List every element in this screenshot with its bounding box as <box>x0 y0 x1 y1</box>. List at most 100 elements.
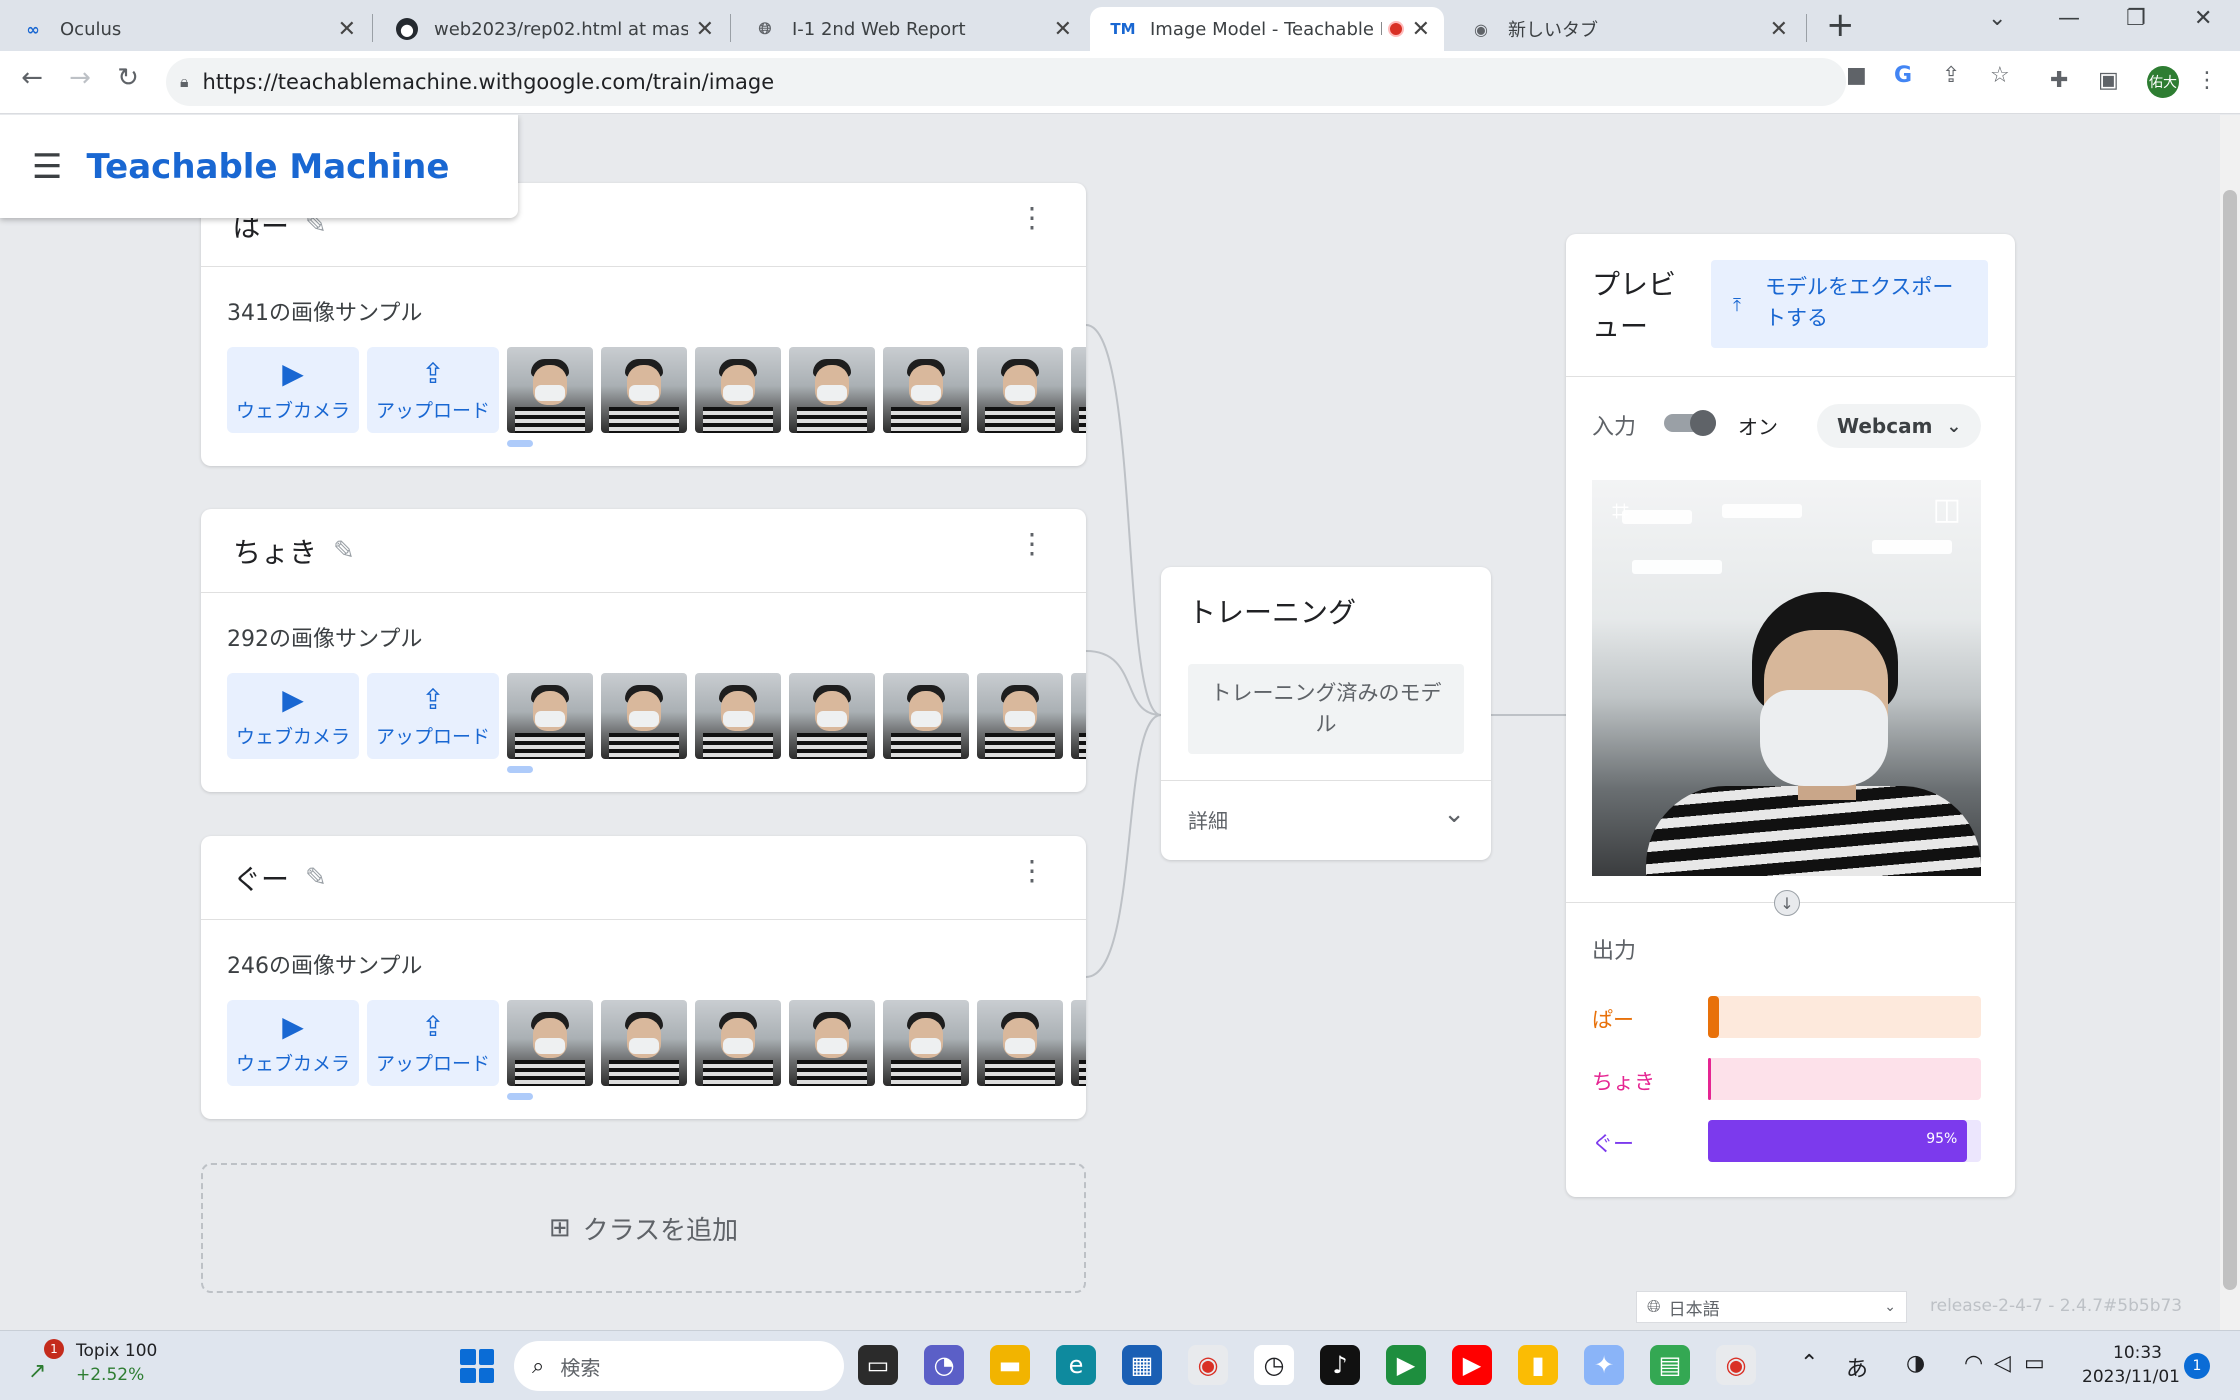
sample-scroll-indicator[interactable] <box>507 440 533 447</box>
tab-oculus[interactable]: ∞ Oculus ✕ <box>0 7 370 51</box>
webcam-button[interactable]: ▶ ウェブカメラ <box>227 347 359 433</box>
close-icon[interactable]: ✕ <box>1770 17 1788 42</box>
sample-scroll-indicator[interactable] <box>507 766 533 773</box>
sample-thumbnail[interactable] <box>789 347 875 433</box>
sample-thumbnail[interactable] <box>883 347 969 433</box>
reload-button[interactable]: ↻ <box>110 63 146 93</box>
share-icon[interactable]: ⇪ <box>1942 63 1960 88</box>
upload-button[interactable]: ⇪ アップロード <box>367 673 499 759</box>
focus-icon[interactable]: ◑ <box>1906 1351 1925 1376</box>
more-options-icon[interactable]: ⋮ <box>1018 530 1046 558</box>
system-clock[interactable]: 10:33 2023/11/01 <box>2082 1341 2180 1389</box>
export-model-button[interactable]: ⤒ モデルをエクスポートする <box>1711 260 1988 348</box>
forward-button[interactable]: → <box>62 63 98 93</box>
task-view-icon[interactable]: ▭ <box>858 1345 898 1385</box>
upload-button[interactable]: ⇪ アップロード <box>367 1000 499 1086</box>
train-model-button[interactable]: トレーニング済みのモデル <box>1188 664 1464 754</box>
profile-avatar[interactable]: 佑大 <box>2147 66 2179 98</box>
clock-app-icon[interactable]: ◷ <box>1254 1345 1294 1385</box>
google-lens-icon[interactable]: G <box>1894 63 1912 88</box>
tab-teachable-machine[interactable]: TM Image Model - Teachable M ✕ <box>1090 7 1444 51</box>
sample-thumbnail[interactable] <box>507 347 593 433</box>
tab-web-report[interactable]: 🌐︎ I-1 2nd Web Report ✕ <box>732 7 1086 51</box>
sample-thumbnail[interactable] <box>883 1000 969 1086</box>
volume-mute-icon[interactable]: ◁ <box>1994 1351 2011 1376</box>
edit-pencil-icon[interactable]: ✎ <box>333 536 355 566</box>
app-title[interactable]: Teachable Machine <box>86 147 449 187</box>
classroom-icon[interactable]: ▤ <box>1650 1345 1690 1385</box>
flip-icon[interactable]: ◫ <box>1933 492 1961 527</box>
sample-thumbnail[interactable] <box>1071 1000 1086 1086</box>
advanced-toggle[interactable]: 詳細 <box>1188 805 1228 834</box>
close-icon[interactable]: ✕ <box>1054 17 1072 42</box>
sample-thumbnail[interactable] <box>789 673 875 759</box>
close-icon[interactable]: ✕ <box>338 17 356 42</box>
hamburger-menu-icon[interactable]: ☰ <box>32 147 62 187</box>
sample-thumbnail[interactable] <box>695 673 781 759</box>
windows-start-icon[interactable] <box>460 1349 494 1383</box>
close-icon[interactable]: ✕ <box>696 17 714 42</box>
sample-thumbnail[interactable] <box>601 673 687 759</box>
play-games-icon[interactable]: ▶ <box>1386 1345 1426 1385</box>
edit-pencil-icon[interactable]: ✎ <box>305 863 327 893</box>
close-window-button[interactable]: ✕ <box>2194 6 2212 31</box>
input-source-select[interactable]: Webcam ⌄ <box>1817 404 1981 448</box>
restore-button[interactable]: ❐ <box>2126 6 2146 31</box>
upload-button[interactable]: ⇪ アップロード <box>367 347 499 433</box>
add-class-button[interactable]: ⊞ クラスを追加 <box>201 1163 1086 1293</box>
sample-thumbnail[interactable] <box>883 673 969 759</box>
battery-icon[interactable]: ▭ <box>2024 1351 2045 1376</box>
sample-thumbnail[interactable] <box>977 1000 1063 1086</box>
input-toggle[interactable] <box>1664 410 1716 436</box>
edge-icon[interactable]: e <box>1056 1345 1096 1385</box>
app-icon[interactable]: ✦ <box>1584 1345 1624 1385</box>
lock-icon[interactable]: 🔒︎ <box>180 72 189 92</box>
camera-in-use-icon[interactable]: ■ <box>1846 63 1867 88</box>
tab-new-tab[interactable]: ◉ 新しいタブ ✕ <box>1448 7 1802 51</box>
language-select[interactable]: 🌐︎ 日本語 ⌄ <box>1636 1291 1907 1323</box>
scrollbar-thumb[interactable] <box>2223 190 2237 1290</box>
sample-scroll-indicator[interactable] <box>507 1093 533 1100</box>
sample-thumbnail[interactable] <box>601 1000 687 1086</box>
extensions-icon[interactable]: ✚ <box>2050 68 2068 93</box>
chevron-up-icon[interactable]: ⌃ <box>1800 1351 1818 1376</box>
more-options-icon[interactable]: ⋮ <box>1018 204 1046 232</box>
notification-badge[interactable]: 1 <box>2184 1353 2210 1379</box>
tiktok-icon[interactable]: ♪ <box>1320 1345 1360 1385</box>
crop-icon[interactable]: ⌗ <box>1612 494 1629 529</box>
chrome-icon[interactable]: ◉ <box>1188 1345 1228 1385</box>
class-name[interactable]: ぐー <box>233 858 289 898</box>
chrome-profile-icon[interactable]: ◉ <box>1716 1345 1756 1385</box>
file-explorer-icon[interactable]: ▬ <box>990 1345 1030 1385</box>
close-icon[interactable]: ✕ <box>1412 17 1430 42</box>
sample-thumbnail[interactable] <box>695 1000 781 1086</box>
sample-thumbnail[interactable] <box>789 1000 875 1086</box>
sample-thumbnail[interactable] <box>977 673 1063 759</box>
sample-thumbnail[interactable] <box>1071 347 1086 433</box>
store-icon[interactable]: ▦ <box>1122 1345 1162 1385</box>
ime-indicator[interactable]: あ <box>1846 1351 1868 1383</box>
tab-search-icon[interactable]: ⌄ <box>1988 6 2006 31</box>
sample-thumbnail[interactable] <box>977 347 1063 433</box>
chat-icon[interactable]: ◔ <box>924 1345 964 1385</box>
taskbar-search[interactable]: ⌕ 検索 <box>514 1341 844 1391</box>
address-bar[interactable]: 🔒︎ https://teachablemachine.withgoogle.c… <box>166 58 1846 106</box>
sample-thumbnail[interactable] <box>695 347 781 433</box>
class-name[interactable]: ちょき <box>233 531 317 571</box>
bookmark-star-icon[interactable]: ☆ <box>1990 63 2010 88</box>
back-button[interactable]: ← <box>14 63 50 93</box>
chevron-down-icon[interactable]: ⌄ <box>1443 799 1465 829</box>
sample-thumbnail[interactable] <box>507 1000 593 1086</box>
more-options-icon[interactable]: ⋮ <box>1018 857 1046 885</box>
sample-thumbnail[interactable] <box>1071 673 1086 759</box>
webcam-button[interactable]: ▶ ウェブカメラ <box>227 1000 359 1086</box>
new-tab-button[interactable]: + <box>1826 8 1855 42</box>
keep-icon[interactable]: ▮ <box>1518 1345 1558 1385</box>
stock-widget[interactable]: ↗ 1 Topix 100 +2.52% <box>28 1339 158 1391</box>
sample-thumbnail[interactable] <box>601 347 687 433</box>
sample-thumbnail[interactable] <box>507 673 593 759</box>
webcam-button[interactable]: ▶ ウェブカメラ <box>227 673 359 759</box>
tab-github[interactable]: ● web2023/rep02.html at master · ✕ <box>374 7 728 51</box>
side-panel-icon[interactable]: ▣ <box>2098 68 2119 93</box>
chrome-menu-icon[interactable]: ⋮ <box>2196 68 2218 93</box>
